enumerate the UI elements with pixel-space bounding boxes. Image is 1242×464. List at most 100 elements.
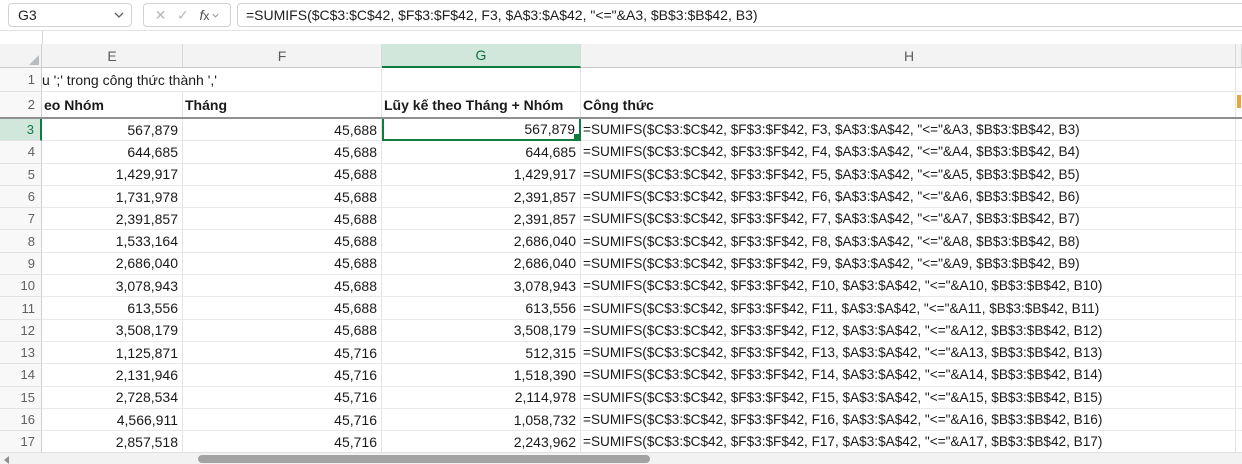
cell-g[interactable]: 512,315 <box>382 341 581 365</box>
row-header[interactable]: 7 <box>0 208 42 231</box>
cell-f[interactable]: 45,688 <box>183 230 382 253</box>
cell-e[interactable]: 2,857,518 <box>42 431 183 454</box>
cell-e2[interactable]: eo Nhóm <box>42 92 183 117</box>
horizontal-scrollbar[interactable] <box>0 451 1242 464</box>
cell-h2[interactable]: Công thức <box>581 92 1236 117</box>
cell-h[interactable]: =SUMIFS($C$3:$C$42, $F$3:$F$42, F14, $A$… <box>581 364 1236 387</box>
cell-g[interactable]: 1,429,917 <box>382 163 581 186</box>
select-all-corner[interactable] <box>0 44 42 68</box>
cell-g[interactable]: 3,508,179 <box>382 319 581 342</box>
column-header-h[interactable]: H <box>581 44 1236 68</box>
row-header[interactable]: 10 <box>0 275 42 298</box>
cell-h[interactable]: =SUMIFS($C$3:$C$42, $F$3:$F$42, F17, $A$… <box>581 431 1236 454</box>
cell-e[interactable]: 567,879 <box>42 119 183 142</box>
cell-h[interactable]: =SUMIFS($C$3:$C$42, $F$3:$F$42, F3, $A$3… <box>581 119 1236 142</box>
cell-f[interactable]: 45,716 <box>183 341 382 365</box>
row-header[interactable]: 3 <box>0 119 42 142</box>
cell-g[interactable]: 2,391,857 <box>382 185 581 209</box>
formula-input[interactable]: =SUMIFS($C$3:$C$42, $F$3:$F$42, F3, $A$3… <box>237 3 1242 27</box>
column-header-f[interactable]: F <box>183 44 382 68</box>
cell-h[interactable]: =SUMIFS($C$3:$C$42, $F$3:$F$42, F9, $A$3… <box>581 252 1236 276</box>
row-header[interactable]: 9 <box>0 252 42 276</box>
cell-g[interactable]: 1,518,390 <box>382 364 581 387</box>
chevron-down-icon[interactable] <box>114 12 124 18</box>
cell-h[interactable]: =SUMIFS($C$3:$C$42, $F$3:$F$42, F11, $A$… <box>581 297 1236 320</box>
cell-h1[interactable] <box>581 68 1236 92</box>
row-header[interactable]: 8 <box>0 230 42 253</box>
row-header[interactable]: 11 <box>0 297 42 320</box>
cell-g2[interactable]: Lũy kế theo Tháng + Nhóm <box>382 92 581 117</box>
cell-g1[interactable] <box>382 68 581 92</box>
row-header[interactable]: 17 <box>0 431 42 454</box>
insert-function-icon[interactable]: fx <box>199 8 219 22</box>
cell-f[interactable]: 45,688 <box>183 208 382 231</box>
cell-e[interactable]: 1,533,164 <box>42 230 183 253</box>
cell-g[interactable]: 3,078,943 <box>382 275 581 298</box>
scroll-left-icon[interactable] <box>4 455 9 464</box>
cell-e[interactable]: 2,728,534 <box>42 386 183 409</box>
cancel-icon[interactable]: ✕ <box>155 8 167 22</box>
cell-f[interactable]: 45,688 <box>183 163 382 186</box>
row-header-1[interactable]: 1 <box>0 68 42 92</box>
cell-f[interactable]: 45,688 <box>183 319 382 342</box>
cell-note-spill[interactable]: u ';' trong công thức thành ',' <box>42 68 382 92</box>
row-header-2[interactable]: 2 <box>0 92 42 117</box>
row-header[interactable]: 4 <box>0 141 42 164</box>
cell-h[interactable]: =SUMIFS($C$3:$C$42, $F$3:$F$42, F12, $A$… <box>581 319 1236 342</box>
cell-f2[interactable]: Tháng <box>183 92 382 117</box>
fill-handle[interactable] <box>573 133 579 140</box>
cell-e[interactable]: 4,566,911 <box>42 408 183 432</box>
cell-e[interactable]: 613,556 <box>42 297 183 320</box>
row-header[interactable]: 13 <box>0 341 42 365</box>
enter-icon[interactable]: ✓ <box>177 8 189 22</box>
cell-h[interactable]: =SUMIFS($C$3:$C$42, $F$3:$F$42, F16, $A$… <box>581 408 1236 432</box>
cell-g[interactable]: 613,556 <box>382 297 581 320</box>
cell-f[interactable]: 45,716 <box>183 408 382 432</box>
cell-f[interactable]: 45,688 <box>183 297 382 320</box>
cell-f[interactable]: 45,716 <box>183 386 382 409</box>
cell-f[interactable]: 45,688 <box>183 185 382 209</box>
cell-h[interactable]: =SUMIFS($C$3:$C$42, $F$3:$F$42, F15, $A$… <box>581 386 1236 409</box>
cell-h[interactable]: =SUMIFS($C$3:$C$42, $F$3:$F$42, F6, $A$3… <box>581 185 1236 209</box>
cell-g[interactable]: 1,058,732 <box>382 408 581 432</box>
cell-g[interactable]: 2,391,857 <box>382 208 581 231</box>
cell-f[interactable]: 45,688 <box>183 141 382 164</box>
cell-e[interactable]: 1,125,871 <box>42 341 183 365</box>
cell-h[interactable]: =SUMIFS($C$3:$C$42, $F$3:$F$42, F4, $A$3… <box>581 141 1236 164</box>
cell-e[interactable]: 2,686,040 <box>42 252 183 276</box>
row-header[interactable]: 5 <box>0 163 42 186</box>
cell-h[interactable]: =SUMIFS($C$3:$C$42, $F$3:$F$42, F7, $A$3… <box>581 208 1236 231</box>
scrollbar-thumb[interactable] <box>198 454 650 463</box>
row-header[interactable]: 14 <box>0 364 42 387</box>
row-header[interactable]: 6 <box>0 185 42 209</box>
cell-f[interactable]: 45,716 <box>183 431 382 454</box>
cell-h[interactable]: =SUMIFS($C$3:$C$42, $F$3:$F$42, F10, $A$… <box>581 275 1236 298</box>
cell-f[interactable]: 45,688 <box>183 252 382 276</box>
cell-g[interactable]: 2,686,040 <box>382 230 581 253</box>
row-header[interactable]: 16 <box>0 408 42 432</box>
name-box-value[interactable]: G3 <box>9 7 114 23</box>
cell-g[interactable]: 2,114,978 <box>382 386 581 409</box>
cell-h[interactable]: =SUMIFS($C$3:$C$42, $F$3:$F$42, F5, $A$3… <box>581 163 1236 186</box>
cell-f[interactable]: 45,716 <box>183 364 382 387</box>
cell-h[interactable]: =SUMIFS($C$3:$C$42, $F$3:$F$42, F8, $A$3… <box>581 230 1236 253</box>
cell-f[interactable]: 45,688 <box>183 275 382 298</box>
cell-e[interactable]: 3,508,179 <box>42 319 183 342</box>
cell-g[interactable]: 567,879 <box>382 119 581 142</box>
cell-e[interactable]: 3,078,943 <box>42 275 183 298</box>
name-box[interactable]: G3 <box>8 3 132 27</box>
cell-g[interactable]: 2,686,040 <box>382 252 581 276</box>
cell-f[interactable]: 45,688 <box>183 119 382 142</box>
cell-e[interactable]: 644,685 <box>42 141 183 164</box>
row-header[interactable]: 12 <box>0 319 42 342</box>
cell-e[interactable]: 2,391,857 <box>42 208 183 231</box>
cell-g[interactable]: 644,685 <box>382 141 581 164</box>
column-header-g[interactable]: G <box>382 44 581 68</box>
cell-h[interactable]: =SUMIFS($C$3:$C$42, $F$3:$F$42, F13, $A$… <box>581 341 1236 365</box>
column-header-e[interactable]: E <box>42 44 183 68</box>
cell-e[interactable]: 1,429,917 <box>42 163 183 186</box>
row-header[interactable]: 15 <box>0 386 42 409</box>
cell-g[interactable]: 2,243,962 <box>382 431 581 454</box>
cell-e[interactable]: 2,131,946 <box>42 364 183 387</box>
cell-e[interactable]: 1,731,978 <box>42 185 183 209</box>
